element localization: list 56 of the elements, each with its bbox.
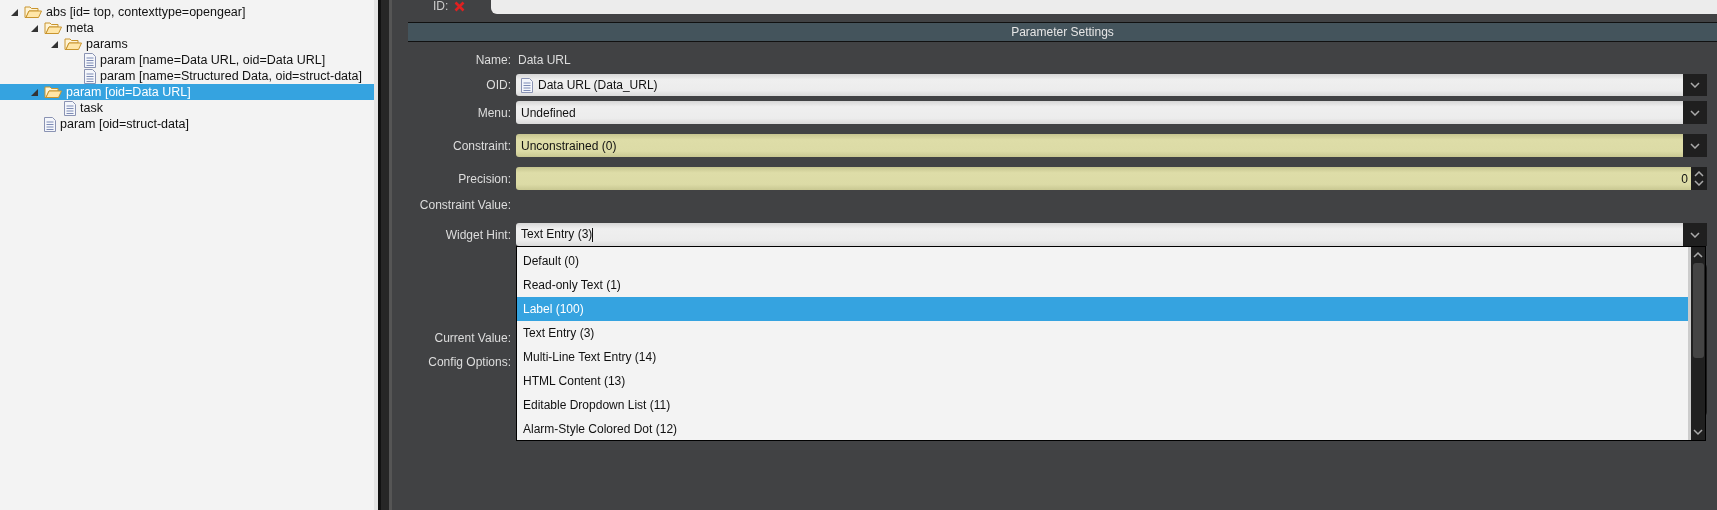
dropdown-field[interactable]: Data URL (Data_URL): [516, 74, 1683, 96]
combo-field[interactable]: Text Entry (3): [516, 223, 1683, 246]
expander-icon[interactable]: [50, 40, 58, 48]
dropdown-field[interactable]: Undefined: [516, 101, 1683, 124]
field-label: Widget Hint:: [444, 227, 512, 242]
tree-item[interactable]: meta: [0, 20, 374, 36]
dropdown-option[interactable]: Text Entry (3): [517, 321, 1688, 345]
dropdown-button[interactable]: [1683, 134, 1707, 157]
field-label: Precision:: [457, 171, 512, 186]
dropdown-option[interactable]: HTML Content (13): [517, 369, 1688, 393]
id-label: ID:: [433, 0, 449, 13]
document-icon: [64, 100, 76, 116]
folder-icon: [64, 37, 82, 51]
field-label: Name:: [474, 53, 512, 67]
folder-icon: [24, 5, 42, 19]
expander-icon[interactable]: [10, 8, 18, 16]
scroll-up-icon[interactable]: [1693, 251, 1703, 259]
document-icon: [84, 52, 96, 68]
dropdown-button[interactable]: [1683, 223, 1707, 246]
document-icon: [84, 68, 96, 84]
dropdown-option[interactable]: Default (0): [517, 249, 1688, 273]
document-icon: [44, 116, 56, 132]
field-value: Data URL: [517, 53, 571, 67]
field-label: Constraint:: [451, 138, 512, 153]
tree-item[interactable]: abs [id= top, contexttype=opengear]: [0, 4, 374, 20]
dropdown-option[interactable]: Multi-Line Text Entry (14): [517, 345, 1688, 369]
tree-item[interactable]: task: [0, 100, 374, 116]
id-field[interactable]: [491, 0, 1717, 14]
document-icon: [521, 77, 533, 93]
tree-item[interactable]: param [name=Structured Data, oid=struct-data]: [0, 68, 374, 84]
scroll-down-icon[interactable]: [1693, 428, 1703, 436]
chevron-down-icon: [1690, 142, 1700, 149]
tree-item[interactable]: param [name=Data URL, oid=Data URL]: [0, 52, 374, 68]
chevron-down-icon: [1690, 82, 1700, 88]
dropdown-field[interactable]: Unconstrained (0): [516, 134, 1683, 157]
field-label: Menu:: [476, 105, 512, 120]
folder-icon: [44, 21, 62, 35]
number-field[interactable]: 0: [516, 167, 1691, 190]
dropdown-option[interactable]: Alarm-Style Colored Dot (12): [517, 417, 1688, 441]
chevron-down-icon: [1690, 109, 1700, 116]
tree-item[interactable]: param [oid=struct-data]: [0, 116, 374, 132]
folder-icon: [44, 85, 62, 99]
dropdown-option[interactable]: Read-only Text (1): [517, 273, 1688, 297]
dropdown-button[interactable]: [1683, 101, 1707, 124]
field-label: Config Options:: [427, 354, 512, 369]
field-label: Constraint Value:: [418, 198, 512, 212]
dropdown-button[interactable]: [1683, 74, 1707, 96]
field-label: OID:: [485, 78, 512, 92]
spinner-buttons[interactable]: [1691, 167, 1707, 190]
field-label: Current Value:: [433, 331, 512, 345]
tree-item[interactable]: params: [0, 36, 374, 52]
expander-icon[interactable]: [30, 24, 38, 32]
dropdown-option[interactable]: Editable Dropdown List (11): [517, 393, 1688, 417]
chevron-down-icon: [1690, 231, 1700, 238]
section-header: Parameter Settings: [408, 22, 1717, 42]
scrollbar[interactable]: [1688, 247, 1705, 440]
